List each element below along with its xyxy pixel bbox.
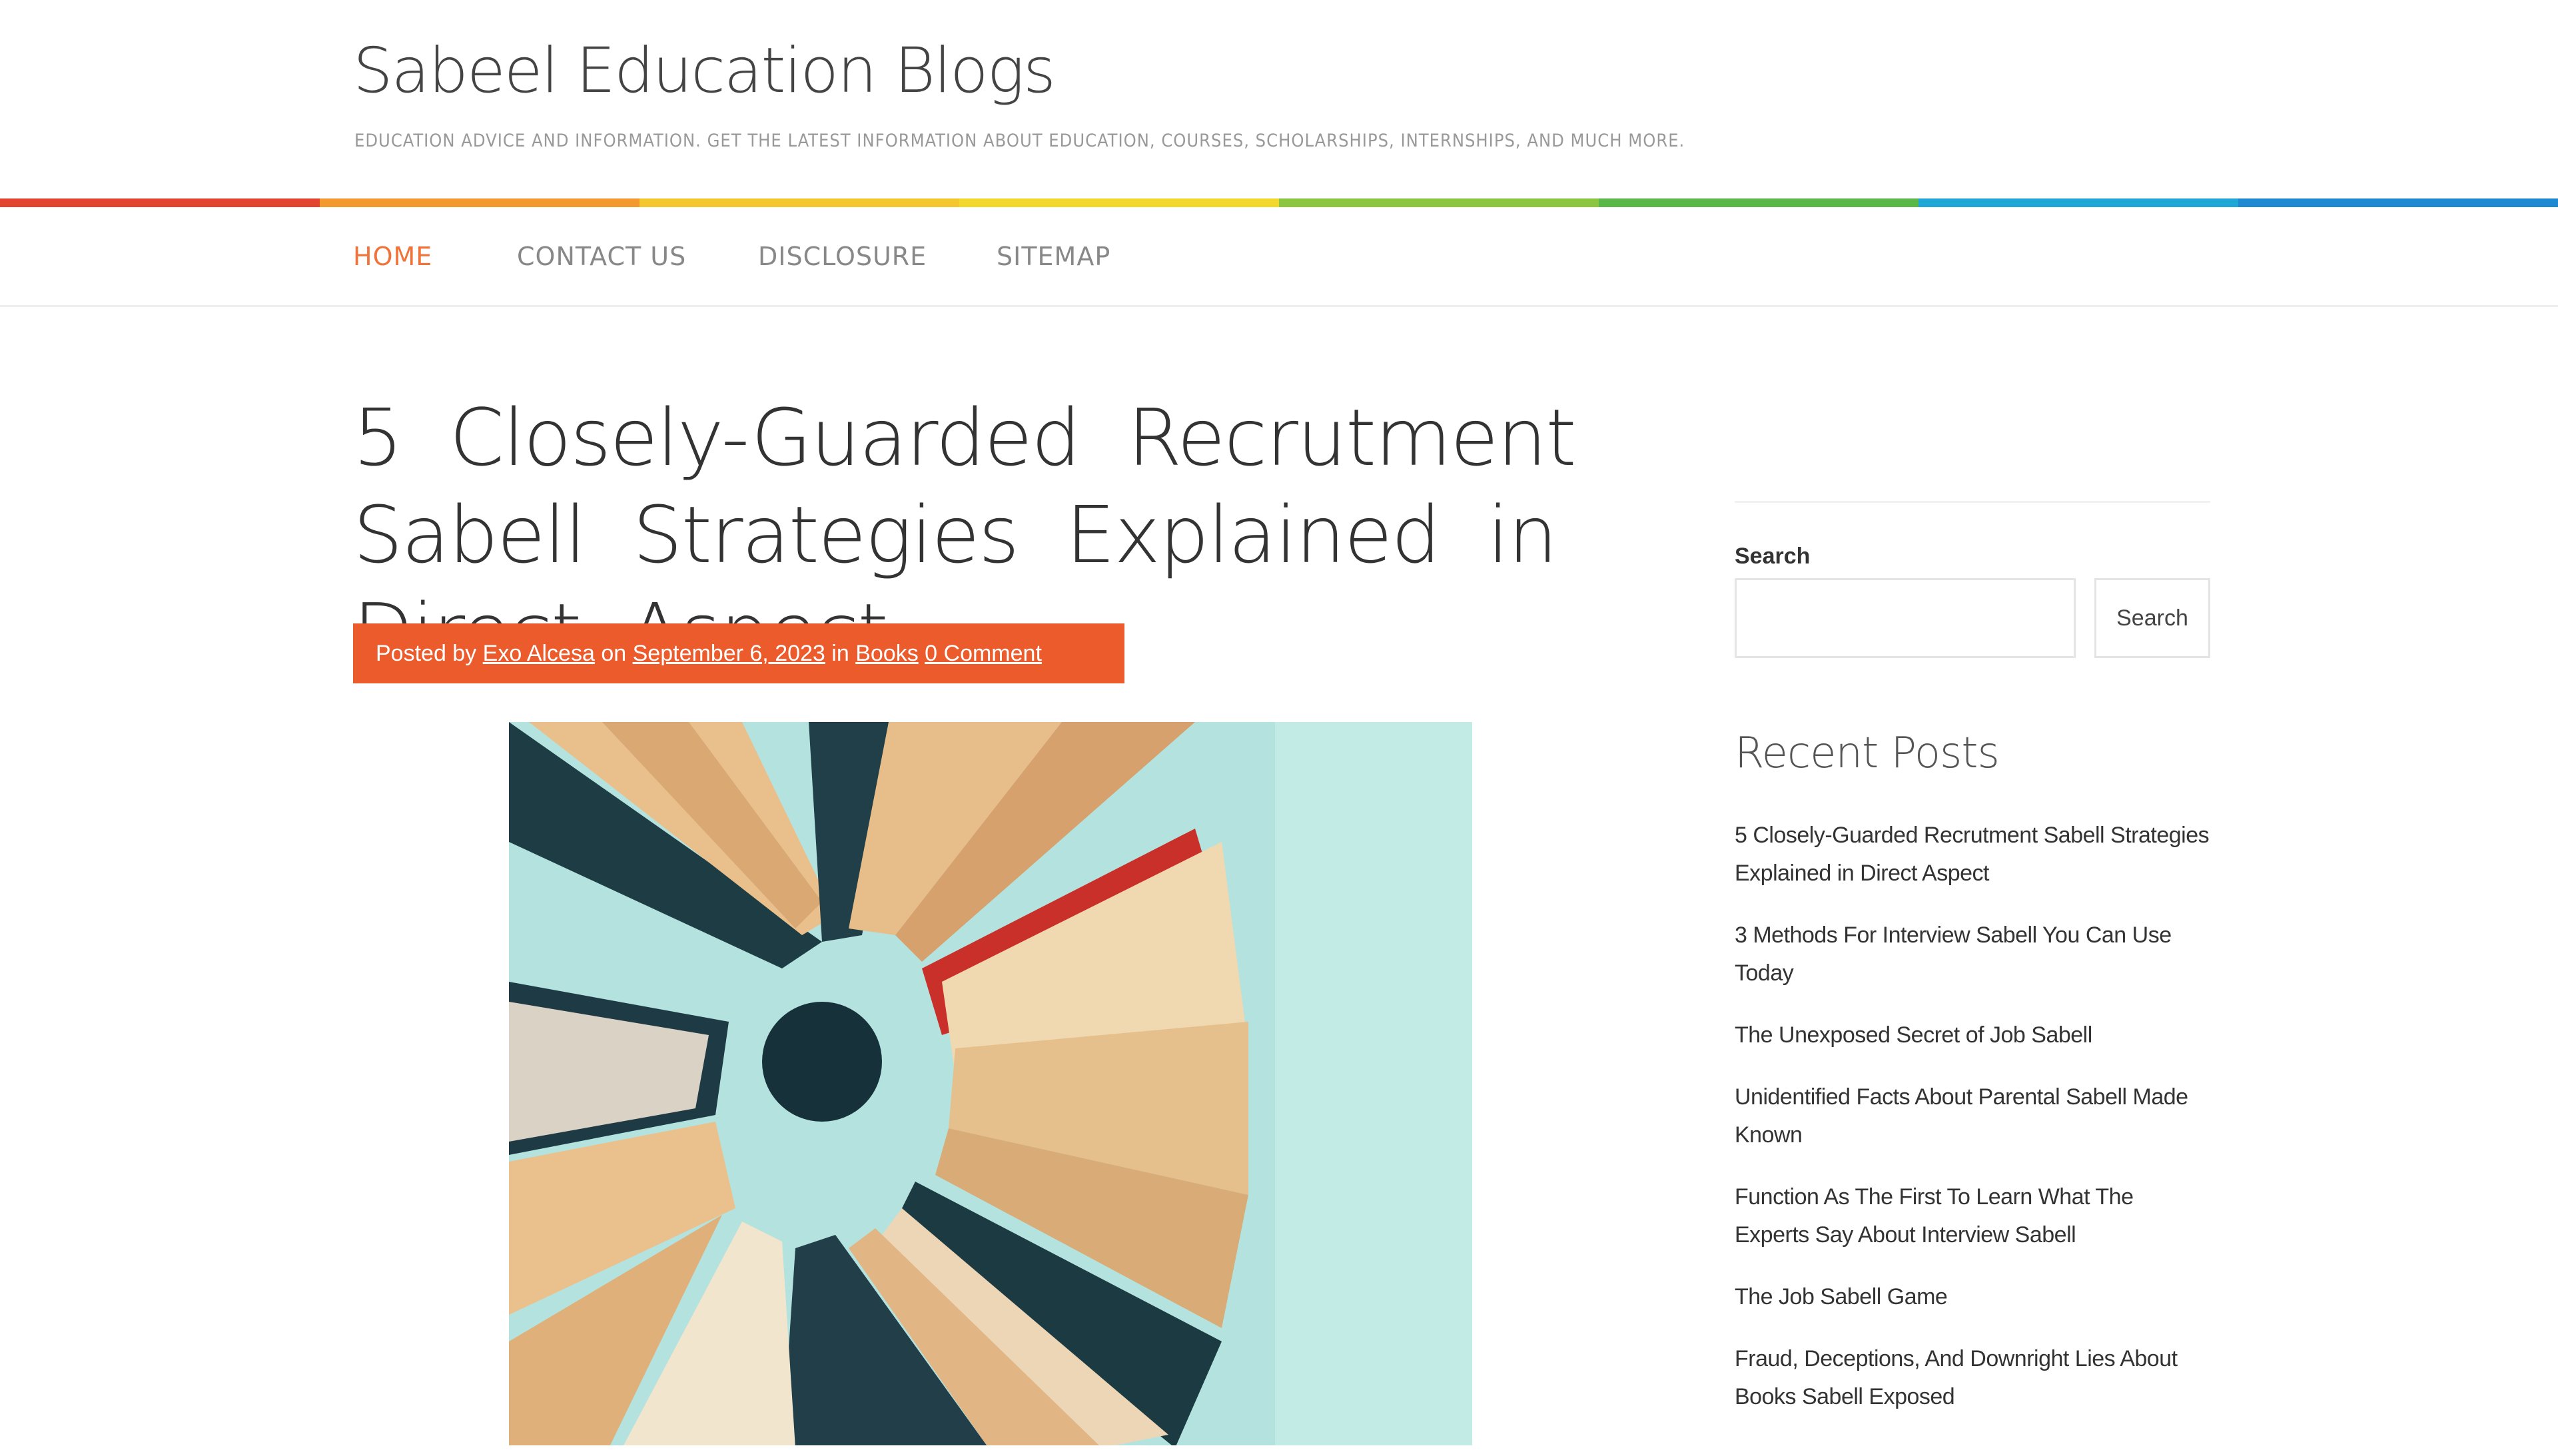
post-body-text xyxy=(353,1445,1632,1456)
recent-posts-list: 5 Closely-Guarded Recrutment Sabell Stra… xyxy=(1735,817,2210,1440)
recent-post-link[interactable]: Fraud, Deceptions, And Downright Lies Ab… xyxy=(1735,1340,2210,1416)
site-header: Sabeel Education Blogs EDUCATION ADVICE … xyxy=(0,0,2558,200)
books-illustration xyxy=(509,722,1472,1445)
main-content: 5 Closely-Guarded Recrutment Sabell Stra… xyxy=(0,309,2558,1456)
post-featured-image xyxy=(509,722,1472,1445)
meta-category-link[interactable]: Books xyxy=(855,641,919,666)
recent-post-link[interactable]: The Job Sabell Game xyxy=(1735,1278,2210,1316)
sidebar-divider xyxy=(1735,501,2210,503)
site-title[interactable]: Sabeel Education Blogs xyxy=(353,35,1056,107)
post-meta: Posted by Exo Alcesa on September 6, 202… xyxy=(353,623,1124,683)
meta-posted-by: Posted by xyxy=(376,641,477,666)
meta-in: in xyxy=(831,641,849,666)
meta-author-link[interactable]: Exo Alcesa xyxy=(483,641,595,666)
site-description: EDUCATION ADVICE AND INFORMATION. GET TH… xyxy=(354,131,1685,151)
nav-item-contact-us[interactable]: CONTACT US xyxy=(517,242,686,271)
meta-on: on xyxy=(601,641,627,666)
rainbow-divider xyxy=(0,198,2558,207)
meta-date-link[interactable]: September 6, 2023 xyxy=(633,641,825,666)
recent-post-link[interactable]: 3 Methods For Interview Sabell You Can U… xyxy=(1735,916,2210,992)
recent-post-link[interactable]: 5 Closely-Guarded Recrutment Sabell Stra… xyxy=(1735,817,2210,893)
search-input[interactable] xyxy=(1735,578,2076,658)
search-label: Search xyxy=(1735,544,1811,569)
nav-item-disclosure[interactable]: DISCLOSURE xyxy=(758,242,927,271)
nav-item-home[interactable]: HOME xyxy=(353,242,432,271)
recent-post-link[interactable]: Function As The First To Learn What The … xyxy=(1735,1178,2210,1254)
meta-comments-link[interactable]: 0 Comment xyxy=(925,641,1042,666)
search-button[interactable]: Search xyxy=(2094,578,2210,658)
main-nav: HOME CONTACT US DISCLOSURE SITEMAP xyxy=(0,207,2558,307)
recent-posts-heading: Recent Posts xyxy=(1735,729,2000,778)
recent-post-link[interactable]: The Unexposed Secret of Job Sabell xyxy=(1735,1016,2210,1054)
nav-item-sitemap[interactable]: SITEMAP xyxy=(997,242,1110,271)
recent-post-link[interactable]: Unidentified Facts About Parental Sabell… xyxy=(1735,1078,2210,1154)
